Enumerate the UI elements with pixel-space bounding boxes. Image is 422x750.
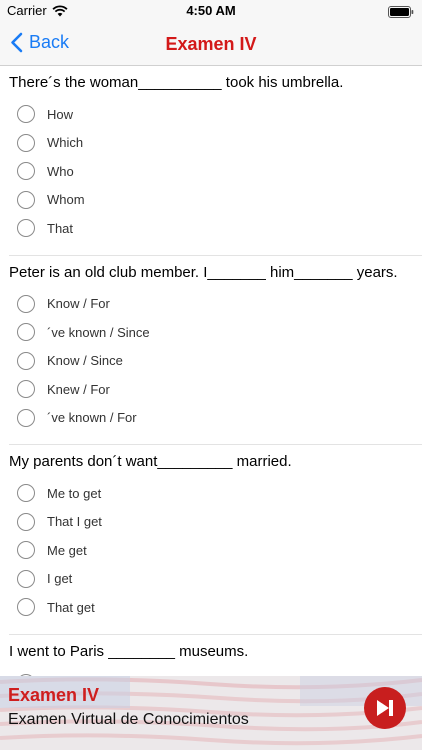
radio-button[interactable] <box>17 408 35 427</box>
radio-button[interactable] <box>17 598 35 617</box>
page-title: Examen IV <box>165 34 257 54</box>
option-label: Who <box>47 163 74 179</box>
clock-time: 4:50 AM <box>186 3 236 18</box>
option-label: Which <box>47 135 84 151</box>
option-label: That get <box>47 599 95 615</box>
option-label: Know / Since <box>47 353 123 369</box>
question-spacer <box>9 243 422 255</box>
answer-option[interactable]: How <box>9 100 422 129</box>
question-text: There´s the woman__________ took his umb… <box>9 74 344 91</box>
option-label: That <box>47 220 74 236</box>
answer-option[interactable]: Me to get <box>9 479 422 508</box>
radio-button[interactable] <box>17 380 35 399</box>
footer-title: Examen IV <box>8 685 100 705</box>
question-block: My parents don´t want_________ married. … <box>9 445 422 635</box>
option-label: Knew / For <box>47 381 110 397</box>
status-bar: Carrier 4:50 AM <box>0 0 422 22</box>
answer-option[interactable]: Whom <box>9 186 422 215</box>
radio-button[interactable] <box>17 162 35 181</box>
option-label: ´ve known / Since <box>47 324 150 340</box>
option-label: Whom <box>47 192 85 208</box>
radio-button[interactable] <box>17 323 35 342</box>
radio-button[interactable] <box>17 105 35 124</box>
answer-option[interactable]: That get <box>9 593 422 622</box>
question-spacer <box>9 622 422 634</box>
answer-option[interactable]: Know / Since <box>9 347 422 376</box>
question-list[interactable]: There´s the woman__________ took his umb… <box>0 66 422 676</box>
answer-option[interactable]: That <box>9 214 422 243</box>
radio-button[interactable] <box>17 484 35 503</box>
footer-subtitle: Examen Virtual de Conocimientos <box>8 711 249 728</box>
radio-button[interactable] <box>17 569 35 588</box>
radio-button[interactable] <box>17 294 35 313</box>
battery-icon <box>388 5 414 23</box>
skip-next-icon <box>377 700 393 716</box>
option-label: ´ve known / For <box>47 410 137 426</box>
question-block: There´s the woman__________ took his umb… <box>9 66 422 256</box>
question-spacer <box>9 432 422 444</box>
question-text: Peter is an old club member. I_______ hi… <box>9 263 398 281</box>
radio-button[interactable] <box>17 219 35 238</box>
answer-option[interactable]: That I get <box>9 508 422 537</box>
answer-option[interactable]: Me get <box>9 536 422 565</box>
answer-option[interactable]: Which <box>9 129 422 158</box>
question-block: I went to Paris ________ museums. <box>9 635 422 676</box>
answer-option[interactable]: ´ve known / Since <box>9 318 422 347</box>
answer-option[interactable]: ´ve known / For <box>9 404 422 433</box>
option-label: How <box>47 106 74 122</box>
option-label: Me get <box>47 542 87 558</box>
answer-option[interactable]: Knew / For <box>9 375 422 404</box>
radio-button[interactable] <box>17 512 35 531</box>
answer-option[interactable] <box>9 669 422 676</box>
navigation-bar: Back Examen IV <box>0 22 422 66</box>
question-text: My parents don´t want_________ married. <box>9 453 292 470</box>
option-label: Know / For <box>47 296 110 312</box>
answer-option[interactable]: I get <box>9 565 422 594</box>
question-text: I went to Paris ________ museums. <box>9 642 249 660</box>
answer-option[interactable]: Who <box>9 157 422 186</box>
next-button[interactable] <box>364 687 406 729</box>
option-label: That I get <box>47 514 102 530</box>
radio-button[interactable] <box>17 351 35 370</box>
option-label: I get <box>47 571 73 587</box>
radio-button[interactable] <box>17 541 35 560</box>
footer-banner: Examen IV Examen Virtual de Conocimiento… <box>0 676 422 750</box>
option-label: Me to get <box>47 485 102 501</box>
question-block: Peter is an old club member. I_______ hi… <box>9 256 422 445</box>
radio-button[interactable] <box>17 190 35 209</box>
answer-option[interactable]: Know / For <box>9 290 422 319</box>
radio-button[interactable] <box>17 133 35 152</box>
